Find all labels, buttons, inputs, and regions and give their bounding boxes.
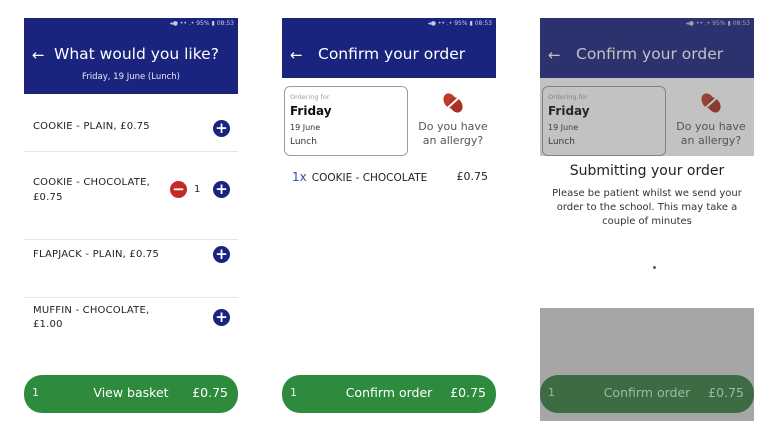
confirm-total: £0.75 <box>708 385 744 400</box>
item-quantity: 1 <box>194 184 201 195</box>
page-subtitle: Friday, 19 June (Lunch) <box>82 72 180 82</box>
dialog-message: Please be patient whilst we send your or… <box>552 188 742 227</box>
confirm-screen: ◂● •• .• 95% ▮ 08:53 ← Confirm your orde… <box>282 18 496 421</box>
ordering-for-label: Ordering for <box>290 93 330 101</box>
phone-confirm-screen: ◂● •• .• 95% ▮ 08:53 ← Confirm your orde… <box>270 0 496 421</box>
order-date: 19 June <box>290 123 321 132</box>
menu-item-cookie-plain: COOKIE - PLAIN, £0.75 + <box>24 94 238 152</box>
allergy-button[interactable]: Do you have an allergy? <box>410 88 496 148</box>
status-bar: ◂● •• .• 95% ▮ 08:53 <box>24 18 238 30</box>
page-title: Confirm your order <box>318 45 466 63</box>
order-line-name: COOKIE - CHOCOLATE <box>311 172 428 184</box>
submitting-screen: ◂● •• .• 95% ▮ 08:53 ← Confirm your orde… <box>540 18 754 421</box>
menu-screen: ◂● •• .• 95% ▮ 08:53 ← What would you li… <box>24 18 238 421</box>
order-day: Friday <box>290 104 332 118</box>
add-item-button[interactable]: + <box>213 120 230 137</box>
app-bar: ← What would you like? Friday, 19 June (… <box>24 30 238 94</box>
menu-item-flapjack-plain: FLAPJACK - PLAIN, £0.75 + <box>24 240 238 298</box>
menu-item-price: £0.75 <box>33 192 63 203</box>
basket-total: £0.75 <box>192 385 228 400</box>
add-item-button[interactable]: + <box>213 246 230 263</box>
app-bar: ← Confirm your order <box>282 30 496 78</box>
submitting-dialog: Submitting your order Please be patient … <box>540 156 754 308</box>
remove-item-button[interactable]: − <box>170 181 187 198</box>
menu-item-name: COOKIE - CHOCOLATE, <box>33 177 151 188</box>
nut-allergy-icon <box>442 93 464 113</box>
phone-menu-screen: ◂● •• .• 95% ▮ 08:53 ← What would you li… <box>12 0 238 421</box>
add-item-button[interactable]: + <box>213 309 230 326</box>
allergy-question-line2: an allergy? <box>422 134 484 147</box>
confirm-order-button[interactable]: 1 Confirm order £0.75 <box>282 375 496 413</box>
confirm-total: £0.75 <box>450 385 486 400</box>
confirm-order-button-disabled: 1 Confirm order £0.75 <box>540 375 754 413</box>
status-bar: ◂● •• .• 95% ▮ 08:53 <box>282 18 496 30</box>
menu-item-name: MUFFIN - CHOCOLATE, <box>33 305 150 316</box>
phone-submitting-screen: ◂● •• .• 95% ▮ 08:53 ← Confirm your orde… <box>528 0 754 421</box>
order-line-item: 1x COOKIE - CHOCOLATE £0.75 <box>292 170 488 184</box>
order-line-quantity: 1x <box>292 170 307 184</box>
allergy-question-line1: Do you have <box>418 120 488 133</box>
menu-item-cookie-chocolate: COOKIE - CHOCOLATE, £0.75 − 1 + <box>24 152 238 240</box>
modal-backdrop-top <box>540 18 754 156</box>
menu-item-name: COOKIE - PLAIN, £0.75 <box>33 121 150 132</box>
menu-item-name: FLAPJACK - PLAIN, £0.75 <box>33 249 160 260</box>
back-arrow-icon[interactable]: ← <box>290 46 303 64</box>
add-item-button[interactable]: + <box>213 181 230 198</box>
menu-item-muffin-chocolate: MUFFIN - CHOCOLATE, £1.00 + <box>24 298 238 368</box>
back-arrow-icon[interactable]: ← <box>32 46 45 64</box>
loading-spinner-icon <box>653 266 656 269</box>
page-title: What would you like? <box>54 45 219 63</box>
view-basket-button[interactable]: 1 View basket £0.75 <box>24 375 238 413</box>
ordering-for-card[interactable]: Ordering for Friday 19 June Lunch <box>284 86 408 156</box>
menu-item-price: £1.00 <box>33 319 63 330</box>
dialog-title: Submitting your order <box>569 163 725 179</box>
order-meal: Lunch <box>290 137 317 147</box>
order-line-price: £0.75 <box>456 170 489 183</box>
